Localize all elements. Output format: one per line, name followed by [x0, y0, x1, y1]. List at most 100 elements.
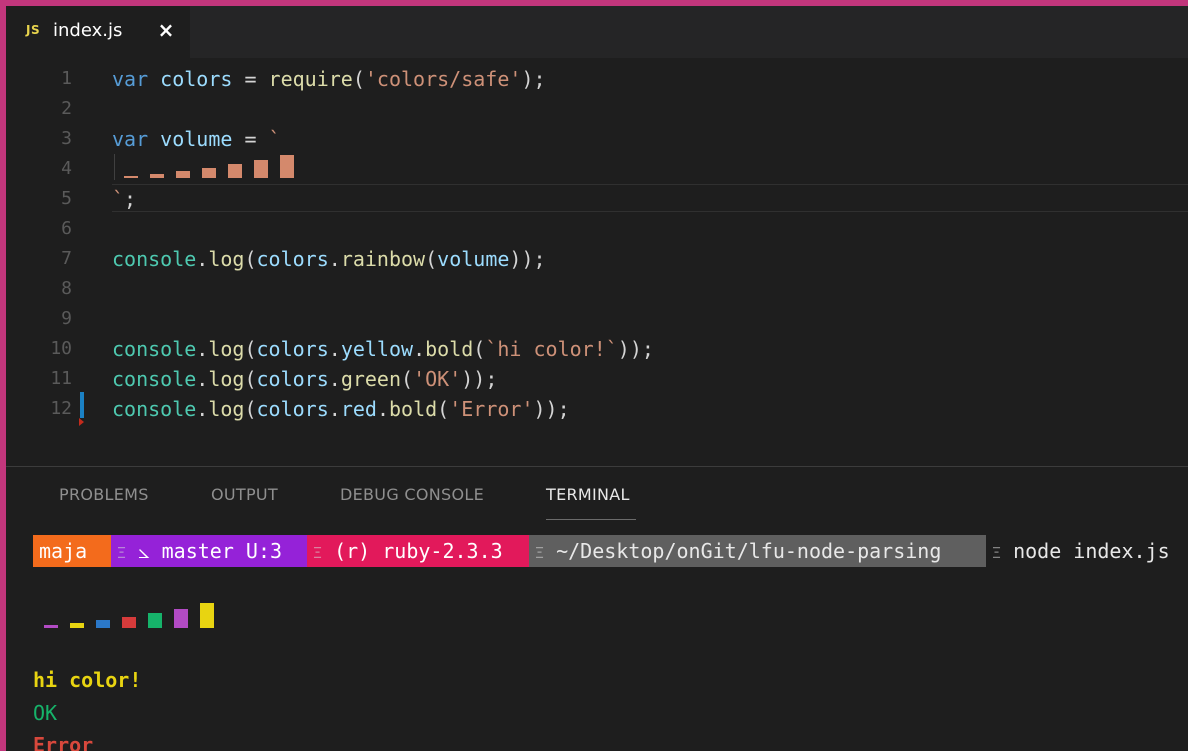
token: =: [232, 67, 269, 91]
token: colors: [256, 397, 329, 421]
token: .: [328, 367, 341, 391]
token: .: [413, 337, 426, 361]
rainbow-bar: [148, 613, 162, 628]
token: ));: [617, 337, 654, 361]
tab-index-js[interactable]: JS index.js ×: [6, 6, 191, 58]
token: .: [328, 397, 341, 421]
line-number: 6: [61, 218, 72, 239]
token: .: [196, 397, 209, 421]
token: .: [196, 247, 209, 271]
current-line-highlight: [112, 184, 1188, 212]
code-line-5: `;: [112, 184, 136, 214]
volume-bar: [202, 168, 216, 178]
token: 'colors/safe': [364, 67, 522, 91]
token: ));: [461, 367, 498, 391]
token: 'OK': [413, 367, 462, 391]
token: .: [196, 337, 209, 361]
token: red: [340, 397, 377, 421]
rainbow-bar: [174, 609, 188, 628]
editor-window: JS index.js × 1 2 3 4 5 6 7 8 9 10 11 12…: [6, 6, 1188, 751]
rainbow-bar: [44, 625, 58, 628]
token: volume: [437, 247, 510, 271]
token: (: [401, 367, 414, 391]
line-number: 12: [50, 398, 72, 419]
line-number: 8: [61, 278, 72, 299]
volume-bar: [254, 160, 268, 178]
line-number: 2: [61, 98, 72, 119]
token: `: [112, 187, 125, 211]
git-deleted-indicator: [79, 418, 84, 426]
prompt-command-segment: Ξ node index.js: [986, 535, 1188, 567]
rainbow-volume-output: [44, 603, 234, 633]
line-number: 9: [61, 308, 72, 329]
code-line-11: console.log(colors.green('OK'));: [112, 364, 497, 394]
token: .: [328, 337, 341, 361]
line-number: 11: [50, 368, 72, 389]
token: require: [268, 67, 353, 91]
prompt-path: ~/Desktop/onGit/lfu-node-parsing: [556, 539, 942, 563]
token: bold: [425, 337, 474, 361]
volume-bar: [280, 155, 294, 178]
prompt-ruby-version: (r) ruby-2.3.3: [334, 539, 503, 563]
token: );: [521, 67, 546, 91]
prompt-path-segment: Ξ ~/Desktop/onGit/lfu-node-parsing: [529, 535, 986, 567]
volume-bar: [150, 174, 164, 178]
token: colors: [160, 67, 233, 91]
indent-guide: [114, 154, 115, 180]
token: ));: [509, 247, 546, 271]
token: (: [473, 337, 486, 361]
token: =: [232, 127, 269, 151]
token: (: [244, 337, 257, 361]
prompt-command: node index.js: [1013, 539, 1170, 563]
token: volume: [160, 127, 233, 151]
line-number: 4: [61, 158, 72, 179]
terminal-output-ok: OK: [33, 701, 58, 725]
tab-filename: index.js: [53, 20, 123, 41]
terminal-output-hi-color: hi color!: [33, 668, 142, 692]
token: (: [244, 397, 257, 421]
line-number: 3: [61, 128, 72, 149]
token: green: [340, 367, 402, 391]
volume-bar: [124, 176, 138, 178]
prompt-separator: Ξ: [117, 544, 127, 562]
prompt-ruby-segment: Ξ (r) ruby-2.3.3: [307, 535, 529, 567]
token: (: [425, 247, 438, 271]
token: rainbow: [340, 247, 426, 271]
line-number: 1: [61, 68, 72, 89]
token: console: [112, 367, 197, 391]
prompt-git-branch: ⦣ master U:3: [138, 539, 283, 563]
volume-bar: [176, 171, 190, 178]
code-line-3: var volume = `: [112, 124, 281, 154]
rainbow-bar: [70, 623, 84, 628]
token: log: [208, 247, 245, 271]
bottom-panel: PROBLEMS OUTPUT DEBUG CONSOLE TERMINAL m…: [6, 466, 1188, 751]
token: ));: [533, 397, 570, 421]
token: bold: [388, 397, 438, 421]
token: console: [112, 247, 197, 271]
line-number: 7: [61, 248, 72, 269]
token: colors: [256, 337, 329, 361]
token: 'Error': [449, 397, 534, 421]
line-number: 5: [61, 188, 72, 209]
code-editor[interactable]: 1 2 3 4 5 6 7 8 9 10 11 12 var colors = …: [6, 58, 1188, 466]
code-line-7: console.log(colors.rainbow(volume));: [112, 244, 546, 274]
token: ;: [124, 187, 137, 211]
terminal[interactable]: maja Ξ ⦣ master U:3 Ξ (r) ruby-2.3.3 Ξ ~…: [6, 467, 1188, 751]
close-icon[interactable]: ×: [156, 18, 176, 42]
rainbow-bar: [96, 620, 110, 628]
git-modified-indicator: [80, 392, 84, 418]
token: console: [112, 337, 197, 361]
token: (: [352, 67, 365, 91]
token: `hi color!`: [485, 337, 618, 361]
token: colors: [256, 247, 329, 271]
code-line-1: var colors = require('colors/safe');: [112, 64, 546, 94]
line-number: 10: [50, 338, 72, 359]
token: log: [208, 367, 245, 391]
volume-bars-string: [112, 154, 312, 184]
prompt-git-segment: Ξ ⦣ master U:3: [111, 535, 307, 567]
token: colors: [256, 367, 329, 391]
prompt-separator: Ξ: [535, 544, 545, 562]
code-line-10: console.log(colors.yellow.bold(`hi color…: [112, 334, 654, 364]
token: (: [244, 367, 257, 391]
token: yellow: [340, 337, 414, 361]
